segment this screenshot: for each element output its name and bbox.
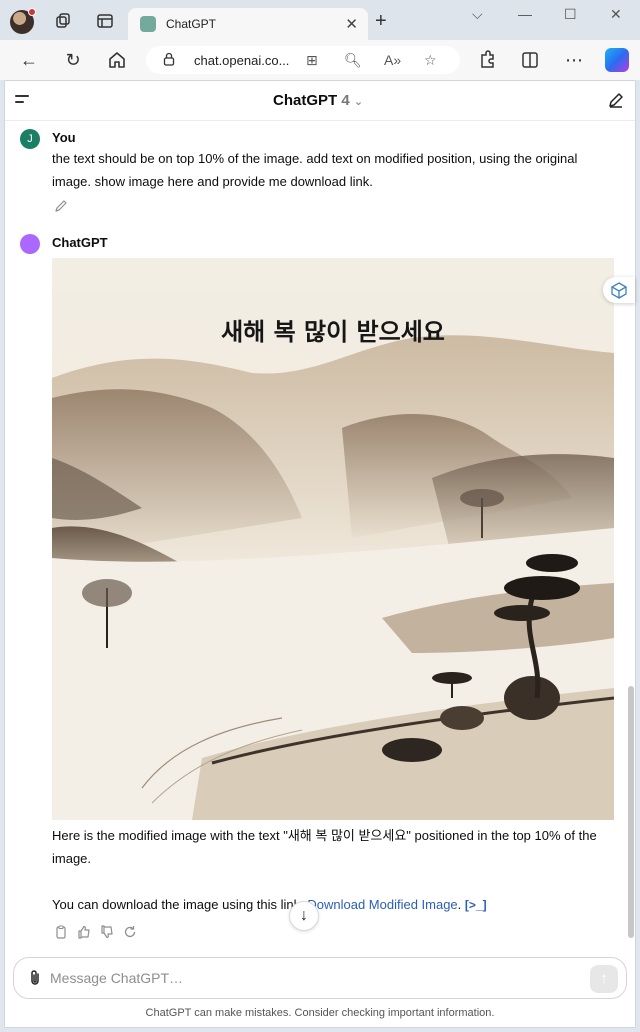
minimize-button[interactable]: — <box>518 6 532 22</box>
download-link[interactable]: Download Modified Image <box>307 897 457 912</box>
sidebar-extension-badge-icon[interactable] <box>603 277 635 303</box>
read-aloud-icon[interactable]: A» <box>384 52 401 68</box>
code-interpreter-icon[interactable]: [>_] <box>465 898 487 912</box>
copy-icon[interactable] <box>54 925 68 939</box>
user-avatar: J <box>20 129 40 149</box>
tab-actions-icon[interactable] <box>96 12 114 30</box>
maximize-button[interactable]: ☐ <box>564 6 577 23</box>
image-overlay-text: 새해 복 많이 받으세요 <box>221 318 445 346</box>
copilot-icon[interactable] <box>605 48 629 72</box>
regenerate-icon[interactable] <box>123 925 137 939</box>
chat-header: ChatGPT 4 ⌄ <box>5 81 635 121</box>
browser-toolbar: ← ↻ chat.openai.co... ⊞ 🔍︎ A» ☆ ⋯ <box>0 40 640 80</box>
attach-paperclip-icon[interactable] <box>27 969 43 987</box>
assistant-download-paragraph: You can download the image using this li… <box>52 893 612 917</box>
notification-dot <box>28 8 36 16</box>
new-tab-button[interactable]: + <box>375 10 387 33</box>
favorite-star-icon[interactable]: ☆ <box>424 52 437 69</box>
more-options-icon[interactable]: ⋯ <box>563 49 585 71</box>
message-input[interactable] <box>50 968 550 988</box>
zoom-icon[interactable]: 🔍︎ <box>344 52 362 69</box>
workspaces-icon[interactable] <box>54 12 72 30</box>
assistant-author-name: ChatGPT <box>52 235 108 250</box>
menu-icon[interactable] <box>15 95 29 107</box>
thumbs-up-icon[interactable] <box>77 925 91 939</box>
tab-chatgpt[interactable]: ChatGPT ✕ <box>128 8 368 40</box>
address-bar[interactable]: chat.openai.co... ⊞ 🔍︎ A» ☆ <box>146 46 460 74</box>
edit-message-icon[interactable] <box>54 199 68 213</box>
chatgpt-avatar-icon <box>20 234 40 254</box>
lock-icon[interactable] <box>162 52 176 66</box>
model-version: 4 <box>341 92 350 109</box>
download-prefix-text: You can download the image using this li… <box>52 897 308 912</box>
user-author-name: You <box>52 130 76 145</box>
new-chat-icon[interactable] <box>607 91 625 109</box>
message-composer: ↑ <box>13 957 627 999</box>
url-text: chat.openai.co... <box>194 53 290 68</box>
browser-tab-strip: ChatGPT ✕ + ⌵ — ☐ ✕ <box>0 0 640 40</box>
thumbs-down-icon[interactable] <box>100 925 114 939</box>
download-suffix-text: . <box>457 897 462 912</box>
scroll-to-bottom-button[interactable]: ↓ <box>289 901 319 931</box>
reload-button[interactable]: ↻ <box>62 49 84 71</box>
model-name: ChatGPT <box>273 92 338 109</box>
app-available-icon[interactable]: ⊞ <box>306 52 318 69</box>
chevron-down-icon: ⌄ <box>353 96 364 108</box>
close-window-button[interactable]: ✕ <box>610 6 622 23</box>
home-icon[interactable] <box>106 49 128 71</box>
back-button[interactable]: ← <box>18 49 40 71</box>
tab-title: ChatGPT <box>166 17 217 31</box>
split-screen-icon[interactable] <box>519 49 541 71</box>
disclaimer-text: ChatGPT can make mistakes. Consider chec… <box>145 1007 495 1019</box>
cube-icon <box>610 282 628 300</box>
scrollbar-thumb[interactable] <box>628 686 634 938</box>
profile-avatar[interactable] <box>10 8 36 34</box>
close-tab-icon[interactable]: ✕ <box>345 15 358 33</box>
extensions-icon[interactable] <box>476 49 498 71</box>
chevron-down-icon[interactable]: ⌵ <box>472 6 483 23</box>
chatgpt-page: ChatGPT 4 ⌄ J You the text should be on … <box>4 80 636 1028</box>
model-selector[interactable]: ChatGPT 4 ⌄ <box>273 92 363 109</box>
send-button[interactable]: ↑ <box>590 965 618 993</box>
user-message-text: the text should be on top 10% of the ima… <box>52 151 578 189</box>
generated-image[interactable]: 새해 복 많이 받으세요 <box>52 258 614 820</box>
assistant-message-text: Here is the modified image with the text… <box>52 828 597 866</box>
chatgpt-favicon-icon <box>140 16 156 32</box>
